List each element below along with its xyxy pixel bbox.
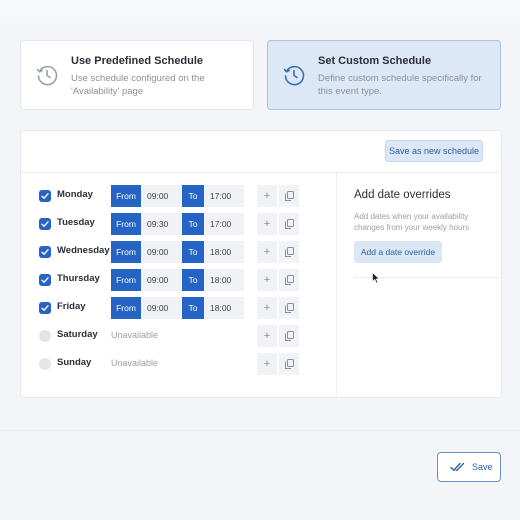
top-band [0,0,520,22]
end-time-input[interactable]: 18:00 [204,297,244,319]
add-interval-button[interactable]: + [257,185,277,207]
start-time-input[interactable]: 09:00 [141,269,182,291]
day-name: Thursday [57,273,100,284]
custom-card-text: Set Custom Schedule Define custom schedu… [318,55,488,109]
add-date-override-button[interactable]: Add a date override [354,241,442,263]
copy-icon [284,275,294,285]
double-check-icon [450,462,465,471]
day-name: Monday [57,189,93,200]
from-label: From [111,269,141,291]
overrides-title: Add date overrides [354,189,451,201]
to-label: To [182,213,204,235]
copy-button[interactable] [279,269,299,291]
footer-divider [0,430,520,431]
copy-button[interactable] [279,185,299,207]
save-button-label: Save [472,462,493,472]
custom-schedule-card[interactable]: Set Custom Schedule Define custom schedu… [267,40,501,110]
day-name: Sunday [57,357,92,368]
predefined-card-text: Use Predefined Schedule Use schedule con… [71,55,241,109]
copy-button[interactable] [279,241,299,263]
day-checkbox-thursday[interactable] [39,274,51,286]
start-time-input[interactable]: 09:00 [141,241,182,263]
check-icon [41,193,49,199]
copy-button[interactable] [279,213,299,235]
save-button[interactable]: Save [437,452,501,482]
clock-icon [36,65,58,86]
predefined-card-description: Use schedule configured on the 'Availabi… [71,73,205,97]
page: Use Predefined Schedule Use schedule con… [0,0,520,520]
day-checkbox-monday[interactable] [39,190,51,202]
check-icon [41,221,49,227]
unavailable-label: Unavailable [111,330,159,340]
start-time-input[interactable]: 09:30 [141,213,182,235]
schedule-panel: Save as new schedule Monday From 09:00 T… [20,130,502,398]
to-label: To [182,297,204,319]
from-label: From [111,297,141,319]
copy-button[interactable] [279,325,299,347]
check-icon [41,305,49,311]
day-row-tuesday: Tuesday From 09:30 To 17:00 + [39,213,321,235]
day-row-saturday: Saturday Unavailable + [39,325,321,347]
add-interval-button[interactable]: + [257,241,277,263]
day-checkbox-sunday[interactable] [39,358,51,370]
to-label: To [182,241,204,263]
copy-icon [284,219,294,229]
copy-button[interactable] [279,353,299,375]
day-row-friday: Friday From 09:00 To 18:00 + [39,297,321,319]
add-interval-button[interactable]: + [257,297,277,319]
end-time-input[interactable]: 18:00 [204,269,244,291]
add-interval-button[interactable]: + [257,325,277,347]
mouse-cursor-icon [372,272,380,284]
predefined-card-title: Use Predefined Schedule [71,55,204,67]
end-time-input[interactable]: 17:00 [204,185,244,207]
from-label: From [111,213,141,235]
from-label: From [111,185,141,207]
day-checkbox-saturday[interactable] [39,330,51,342]
day-row-monday: Monday From 09:00 To 17:00 + [39,185,321,207]
add-interval-button[interactable]: + [257,213,277,235]
day-name: Friday [57,301,86,312]
start-time-input[interactable]: 09:00 [141,297,182,319]
save-as-new-schedule-button[interactable]: Save as new schedule [385,140,483,162]
to-label: To [182,185,204,207]
copy-icon [284,191,294,201]
day-checkbox-tuesday[interactable] [39,218,51,230]
day-name: Saturday [57,329,98,340]
day-row-wednesday: Wednesday From 09:00 To 18:00 + [39,241,321,263]
day-checkbox-wednesday[interactable] [39,246,51,258]
day-name: Wednesday [57,245,110,256]
start-time-input[interactable]: 09:00 [141,185,182,207]
copy-icon [284,359,294,369]
panel-toolbar: Save as new schedule [21,131,501,173]
day-row-sunday: Sunday Unavailable + [39,353,321,375]
day-row-thursday: Thursday From 09:00 To 18:00 + [39,269,321,291]
copy-icon [284,247,294,257]
overrides-description: Add dates when your availability changes… [354,212,470,232]
day-checkbox-friday[interactable] [39,302,51,314]
clock-icon [283,65,305,86]
from-label: From [111,241,141,263]
copy-icon [284,303,294,313]
panel-divider [336,173,337,398]
check-icon [41,249,49,255]
unavailable-label: Unavailable [111,358,159,368]
check-icon [41,277,49,283]
copy-button[interactable] [279,297,299,319]
end-time-input[interactable]: 18:00 [204,241,244,263]
copy-icon [284,331,294,341]
day-name: Tuesday [57,217,95,228]
custom-card-title: Set Custom Schedule [318,55,432,67]
add-interval-button[interactable]: + [257,269,277,291]
custom-card-description: Define custom schedule specifically for … [318,73,482,97]
end-time-input[interactable]: 17:00 [204,213,244,235]
to-label: To [182,269,204,291]
add-interval-button[interactable]: + [257,353,277,375]
predefined-schedule-card[interactable]: Use Predefined Schedule Use schedule con… [20,40,254,110]
